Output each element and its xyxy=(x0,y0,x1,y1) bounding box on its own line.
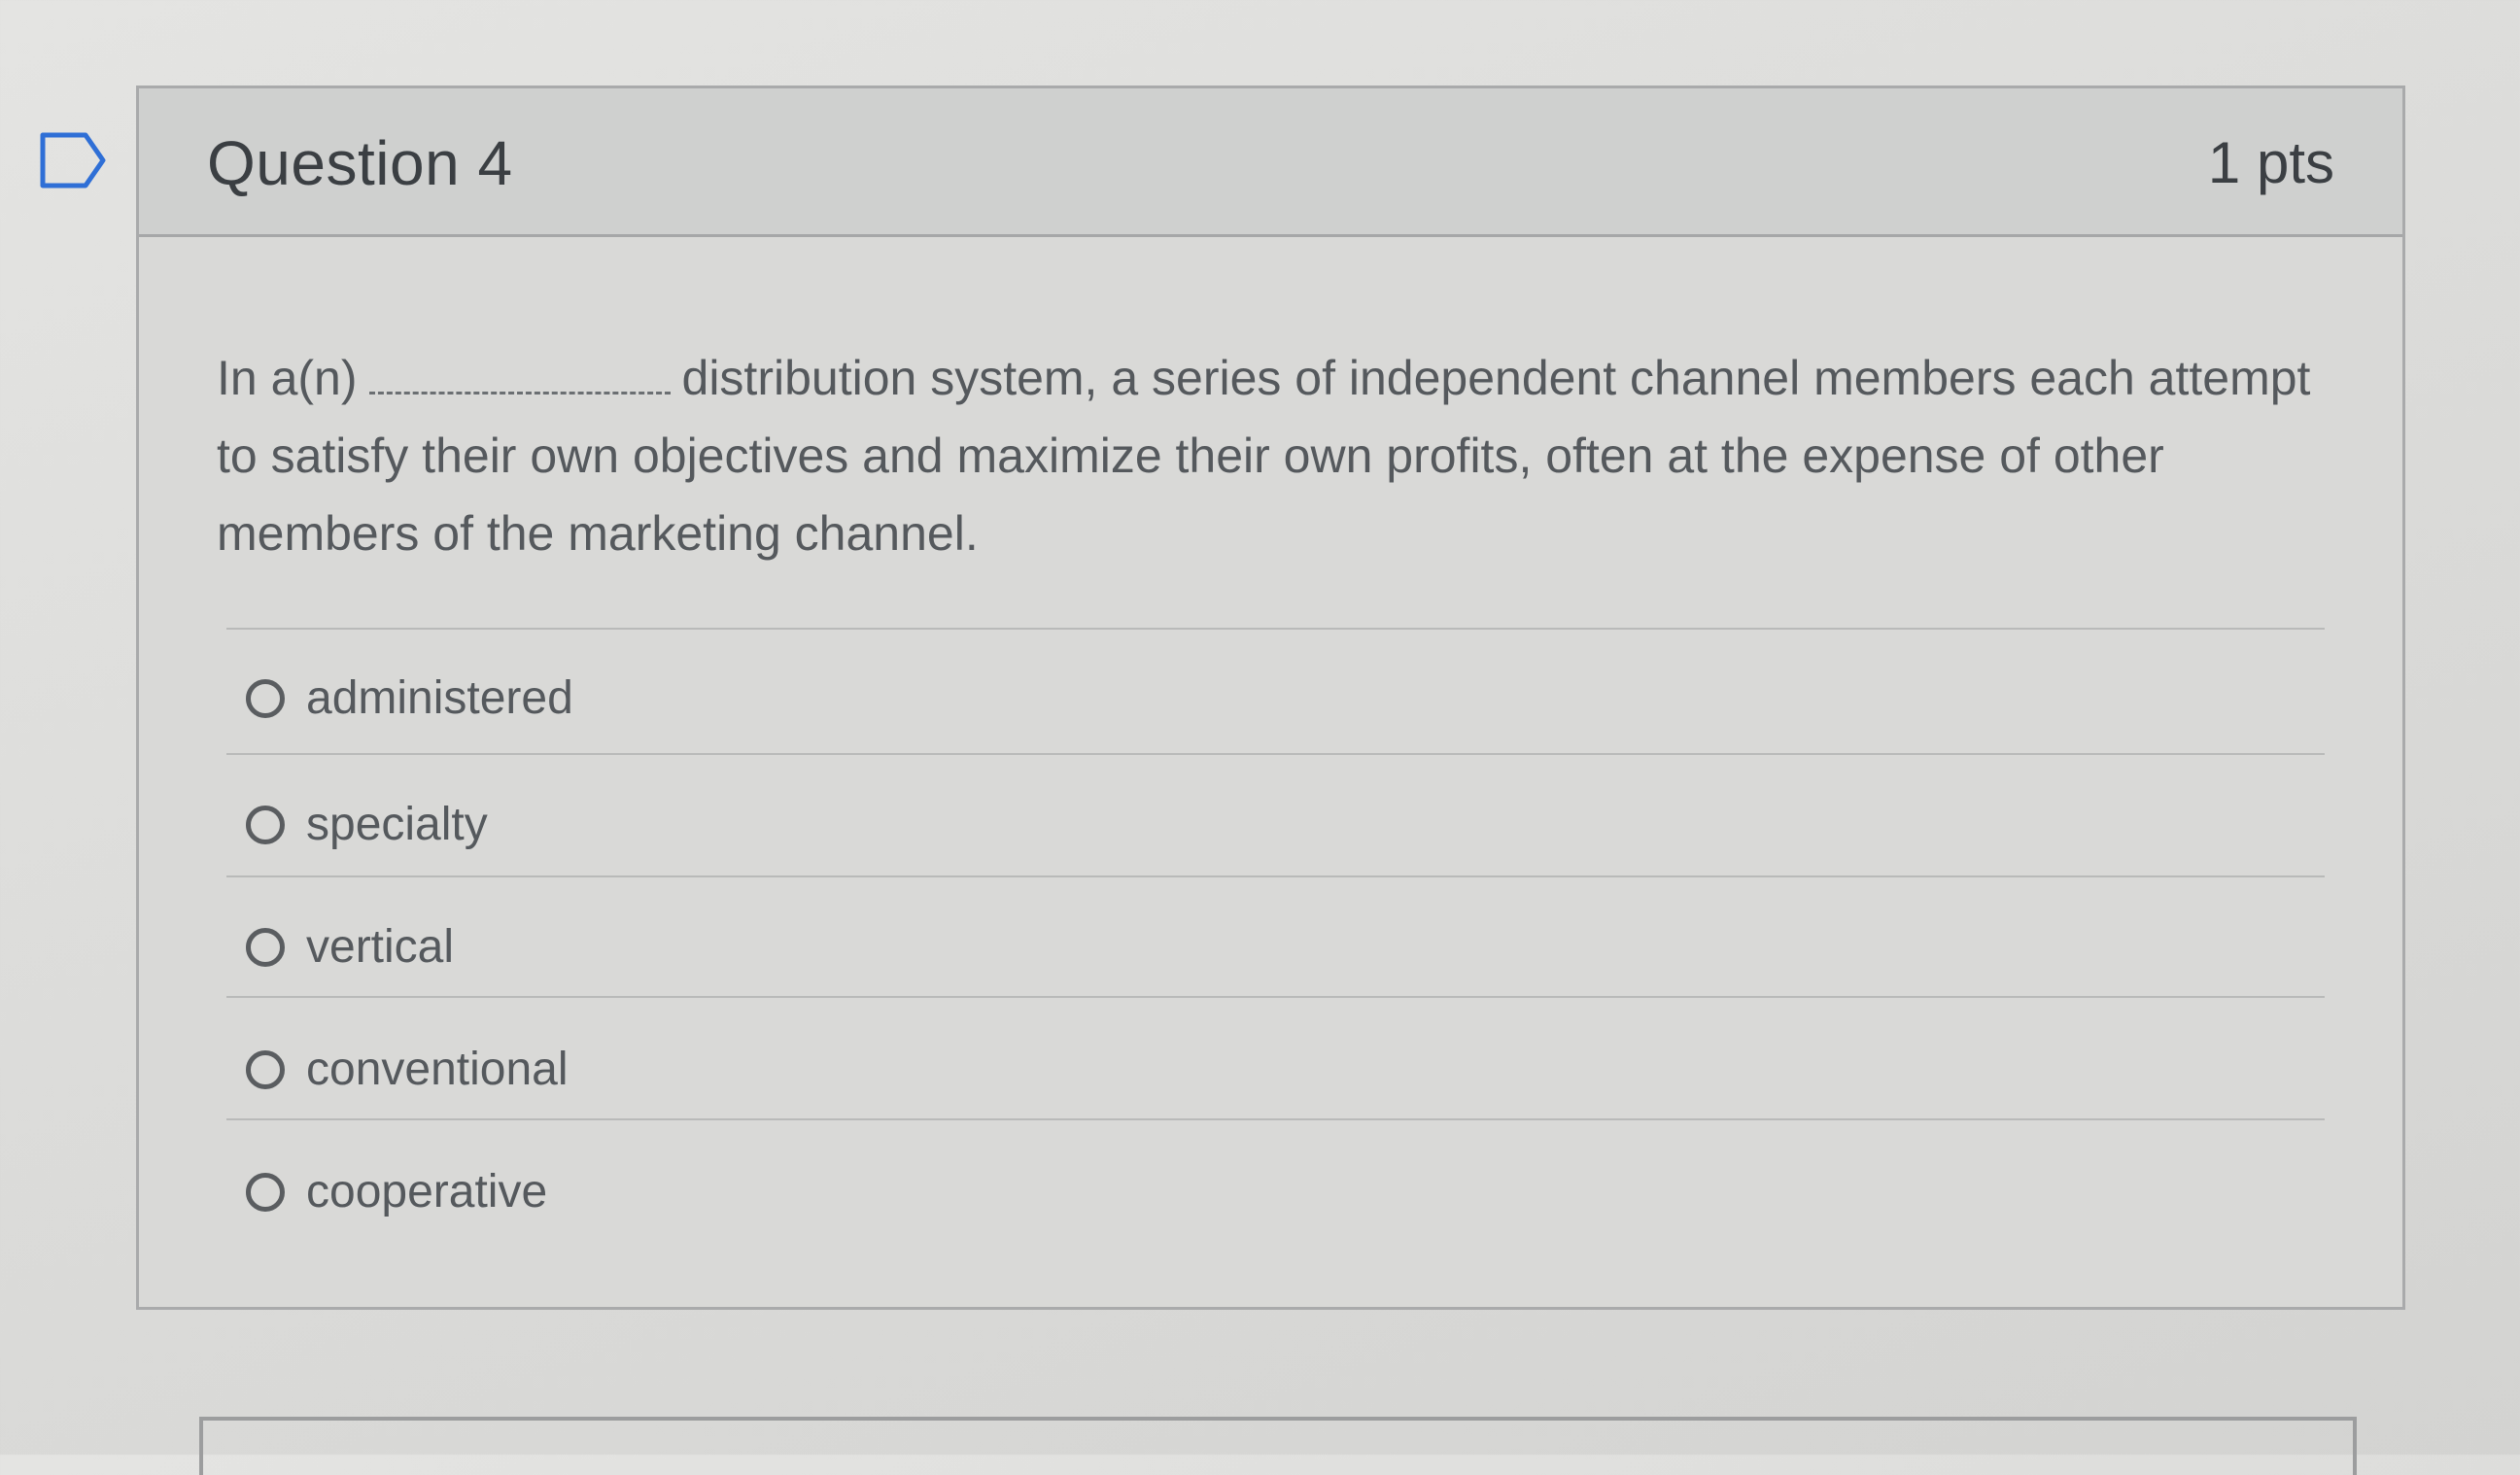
divider xyxy=(226,1118,2325,1120)
answer-option-cooperative[interactable]: cooperative xyxy=(246,1165,547,1218)
fill-in-blank xyxy=(368,362,671,394)
flag-question-icon[interactable] xyxy=(39,131,109,189)
question-title: Question 4 xyxy=(207,128,513,198)
question-points: 1 pts xyxy=(2207,130,2334,195)
divider xyxy=(226,996,2325,998)
answer-label: administered xyxy=(306,672,573,724)
radio-button[interactable] xyxy=(246,1049,285,1089)
question-text: In a(n) distribution system, a series of … xyxy=(217,339,2335,572)
divider xyxy=(226,628,2325,630)
radio-button[interactable] xyxy=(246,678,285,718)
divider xyxy=(226,753,2325,755)
answer-label: conventional xyxy=(306,1044,569,1095)
answer-option-administered[interactable]: administered xyxy=(246,671,573,725)
next-question-card xyxy=(199,1417,2357,1475)
answer-option-specialty[interactable]: specialty xyxy=(246,798,488,851)
answer-label: vertical xyxy=(306,921,455,973)
answer-label: specialty xyxy=(306,799,488,850)
answer-option-conventional[interactable]: conventional xyxy=(246,1043,569,1096)
radio-button[interactable] xyxy=(246,1172,285,1212)
question-header: Question 4 1 pts xyxy=(139,88,2402,237)
radio-button[interactable] xyxy=(246,805,285,844)
answer-label: cooperative xyxy=(306,1166,548,1218)
question-text-start: In a(n) xyxy=(217,351,358,405)
answer-option-vertical[interactable]: vertical xyxy=(246,920,454,974)
divider xyxy=(226,875,2325,877)
question-card: Question 4 1 pts In a(n) distribution sys… xyxy=(136,86,2405,1310)
radio-button[interactable] xyxy=(246,927,285,967)
